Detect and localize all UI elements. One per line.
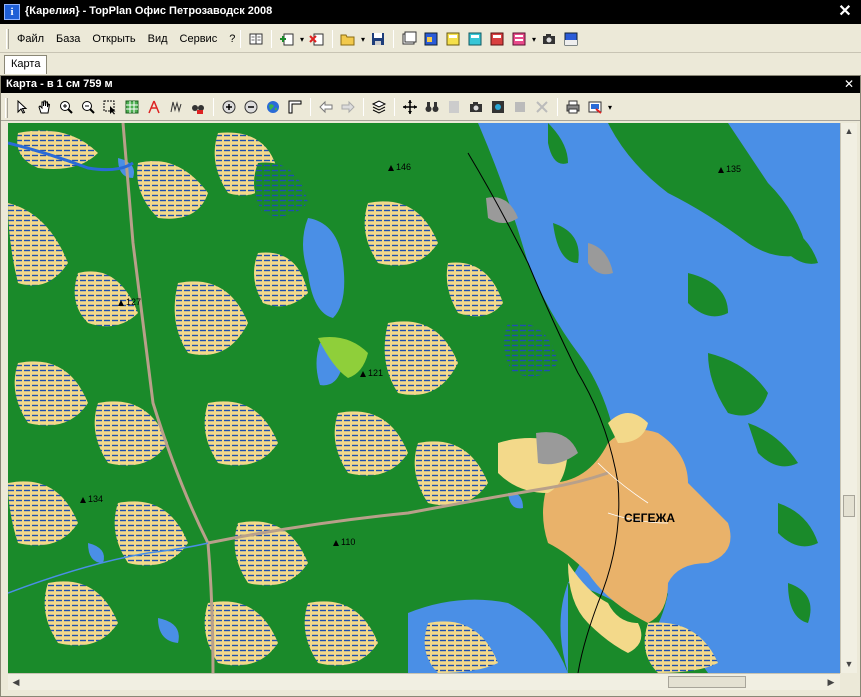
toolbar-separator	[393, 30, 394, 48]
camera-icon[interactable]	[538, 29, 560, 49]
height-marker-134: 134	[80, 494, 103, 504]
save-icon[interactable]	[367, 29, 389, 49]
scroll-right-arrow[interactable]: ▶	[823, 674, 839, 690]
camera-icon[interactable]	[465, 97, 487, 117]
toolbar-grip[interactable]	[5, 98, 8, 118]
menu-open[interactable]: Открыть	[87, 31, 140, 47]
scroll-down-arrow[interactable]: ▼	[841, 656, 857, 672]
track-icon[interactable]	[165, 97, 187, 117]
toolbar-separator	[363, 98, 364, 116]
remove-layer-icon[interactable]	[306, 29, 328, 49]
map-toolbar: ▾	[1, 94, 860, 121]
add-layer-icon[interactable]	[276, 29, 298, 49]
binoculars-icon[interactable]	[421, 97, 443, 117]
menu-service[interactable]: Сервис	[175, 31, 223, 47]
main-toolbar: ▾ ▾ ▾	[236, 29, 582, 49]
open-folder-icon[interactable]	[337, 29, 359, 49]
minus-circle-icon[interactable]	[240, 97, 262, 117]
title-bar: i {Карелия} - TopPlan Офис Петрозаводск …	[0, 0, 861, 24]
toolbar-separator	[310, 98, 311, 116]
city-label-segezha: СЕГЕЖА	[624, 511, 675, 525]
stop-disabled-icon[interactable]	[509, 97, 531, 117]
binocular-layer-icon[interactable]	[187, 97, 209, 117]
height-marker-146: 146	[388, 162, 411, 172]
vertical-scroll-thumb[interactable]	[843, 495, 855, 517]
height-marker-121: 121	[360, 368, 383, 378]
zoom-in-icon[interactable]	[55, 97, 77, 117]
map-layer-blue-icon[interactable]	[420, 29, 442, 49]
window-icon[interactable]	[398, 29, 420, 49]
measure-icon[interactable]	[143, 97, 165, 117]
window-title: {Карелия} - TopPlan Офис Петрозаводск 20…	[25, 5, 273, 17]
hand-icon[interactable]	[33, 97, 55, 117]
app-info-icon[interactable]: i	[4, 4, 20, 20]
map-layer-red-icon[interactable]	[486, 29, 508, 49]
pointer-icon[interactable]	[11, 97, 33, 117]
layers-icon[interactable]	[368, 97, 390, 117]
photo-icon[interactable]	[487, 97, 509, 117]
add-layer-dropdown[interactable]: ▾	[298, 35, 306, 44]
vertical-scrollbar[interactable]: ▲ ▼	[840, 123, 857, 673]
topographic-map[interactable]	[8, 123, 840, 673]
export-dropdown[interactable]: ▾	[606, 103, 614, 112]
toolbar-separator	[271, 30, 272, 48]
back-arrow-icon[interactable]	[315, 97, 337, 117]
layer-grid-icon[interactable]	[121, 97, 143, 117]
map-window-title: Карта - в 1 см 759 м	[1, 76, 860, 93]
gps-icon[interactable]	[560, 29, 582, 49]
map-layer-cyan-icon[interactable]	[464, 29, 486, 49]
zoom-out-icon[interactable]	[77, 97, 99, 117]
height-marker-110: 110	[333, 537, 355, 547]
scroll-up-arrow[interactable]: ▲	[841, 123, 857, 139]
toolbar-separator	[557, 98, 558, 116]
toolbar-separator	[213, 98, 214, 116]
map-window-close-button[interactable]: ✕	[842, 76, 856, 93]
height-marker-135: 135	[718, 164, 741, 174]
window-close-button[interactable]: ✕	[835, 2, 855, 22]
export-icon[interactable]	[584, 97, 606, 117]
printer-icon[interactable]	[562, 97, 584, 117]
print-disabled-icon[interactable]	[443, 97, 465, 117]
tab-map[interactable]: Карта	[4, 55, 48, 74]
open-folder-dropdown[interactable]: ▾	[359, 35, 367, 44]
map-layer-list-icon[interactable]	[508, 29, 530, 49]
map-layer-yellow-icon[interactable]	[442, 29, 464, 49]
horizontal-scrollbar[interactable]: ◀ ▶	[8, 673, 840, 690]
toolbar-separator	[394, 98, 395, 116]
map-canvas[interactable]: 146 135 127 121 134 110 СЕГЕЖА	[8, 123, 840, 673]
plus-circle-icon[interactable]	[218, 97, 240, 117]
horizontal-scroll-thumb[interactable]	[668, 676, 746, 688]
book-icon[interactable]	[245, 29, 267, 49]
menu-file[interactable]: Файл	[12, 31, 49, 47]
ruler-icon[interactable]	[284, 97, 306, 117]
toolbar-grip[interactable]	[6, 29, 9, 49]
map-layer-dropdown[interactable]: ▾	[530, 35, 538, 44]
globe-icon[interactable]	[262, 97, 284, 117]
toolbar-separator	[240, 30, 241, 48]
select-icon[interactable]	[99, 97, 121, 117]
map-window: Карта - в 1 см 759 м ✕ ▾ 146 135 127 121…	[0, 75, 861, 697]
document-tabs: Карта	[0, 53, 861, 75]
main-menu: Файл База Открыть Вид Сервис ?	[12, 31, 240, 47]
scroll-left-arrow[interactable]: ◀	[8, 674, 24, 690]
map-tools: ▾	[11, 97, 614, 117]
cut-disabled-icon[interactable]	[531, 97, 553, 117]
center-icon[interactable]	[399, 97, 421, 117]
menu-toolbar-bar: Файл База Открыть Вид Сервис ? ▾ ▾ ▾	[0, 25, 861, 53]
toolbar-separator	[332, 30, 333, 48]
forward-arrow-icon[interactable]	[337, 97, 359, 117]
height-marker-127: 127	[118, 297, 141, 307]
menu-database[interactable]: База	[51, 31, 85, 47]
menu-view[interactable]: Вид	[143, 31, 173, 47]
